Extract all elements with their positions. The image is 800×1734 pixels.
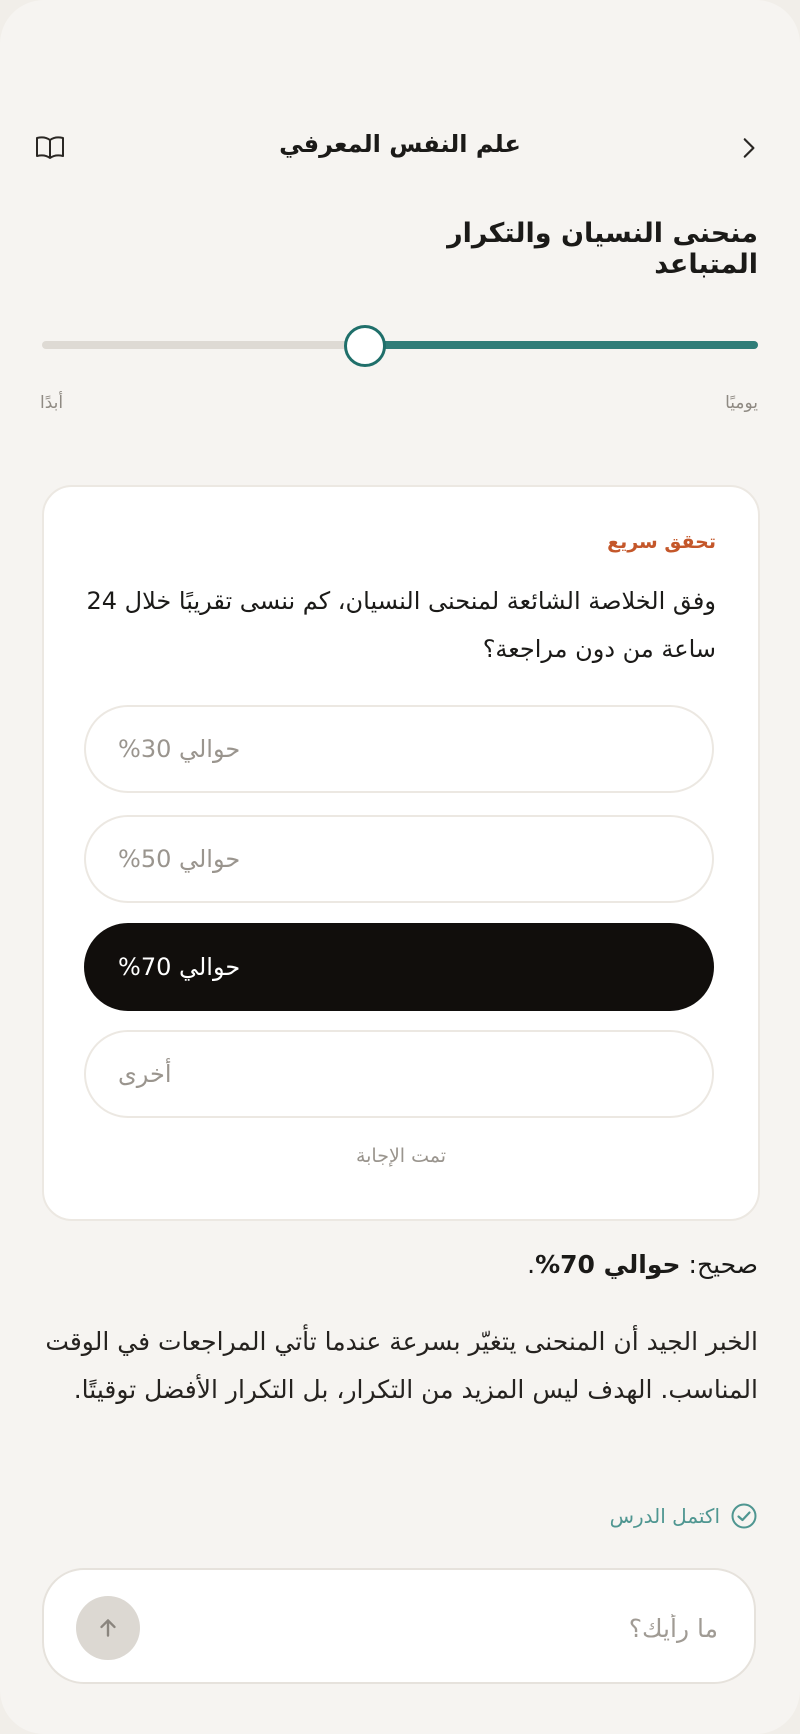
course-title: علم النفس المعرفي	[279, 130, 521, 158]
answer-option-30[interactable]: حوالي 30%	[84, 705, 714, 793]
answer-option-label: حوالي 30%	[118, 735, 241, 763]
answer-option-50[interactable]: حوالي 50%	[84, 815, 714, 903]
slider-fill	[364, 341, 758, 349]
lesson-complete-label: اكتمل الدرس	[609, 1504, 720, 1528]
book-open-icon	[36, 136, 64, 159]
chevron-right-icon	[743, 138, 755, 158]
answer-option-70[interactable]: حوالي 70%	[84, 923, 714, 1011]
glossary-button[interactable]	[26, 124, 74, 172]
feedback-suffix: .	[527, 1250, 536, 1279]
answer-option-label: حوالي 50%	[118, 845, 241, 873]
top-bar: علم النفس المعرفي	[0, 120, 800, 176]
send-button[interactable]	[76, 1596, 140, 1660]
back-button[interactable]	[724, 124, 772, 172]
feedback-explanation: الخبر الجيد أن المنحنى يتغيّر بسرعة عندم…	[45, 1327, 758, 1404]
quick-check-label: تحقق سريع	[607, 531, 716, 553]
lesson-title: منحنى النسيان والتكرار المتباعد	[447, 218, 758, 280]
quick-check-card: تحقق سريع وفق الخلاصة الشائعة لمنحنى الن…	[42, 485, 760, 1221]
lesson-complete-badge: اكتمل الدرس	[610, 1502, 758, 1530]
answer-option-other[interactable]: أخرى	[84, 1030, 714, 1118]
answer-option-label: أخرى	[118, 1060, 172, 1088]
arrow-up-icon	[100, 1619, 116, 1637]
feedback-answer: حوالي 70%	[535, 1250, 681, 1279]
slider-thumb[interactable]	[344, 325, 387, 367]
slider-label-daily: يوميًا	[725, 393, 758, 413]
chat-composer	[42, 1568, 756, 1684]
lesson-screen: علم النفس المعرفي منحنى النسيان والتكرار…	[0, 0, 800, 1734]
answer-option-label: حوالي 70%	[118, 953, 241, 981]
check-circle-icon	[731, 1503, 757, 1529]
feedback-prefix: صحيح:	[680, 1250, 758, 1279]
feedback-result: صحيح: حوالي 70%.	[42, 1250, 758, 1279]
chat-input[interactable]	[164, 1600, 720, 1656]
quiz-question: وفق الخلاصة الشائعة لمنحنى النسيان، كم ن…	[86, 587, 716, 663]
slider-label-never: أبدًا	[40, 393, 64, 413]
frequency-slider[interactable]	[42, 325, 758, 367]
answered-status: تمت الإجابة	[355, 1145, 447, 1167]
